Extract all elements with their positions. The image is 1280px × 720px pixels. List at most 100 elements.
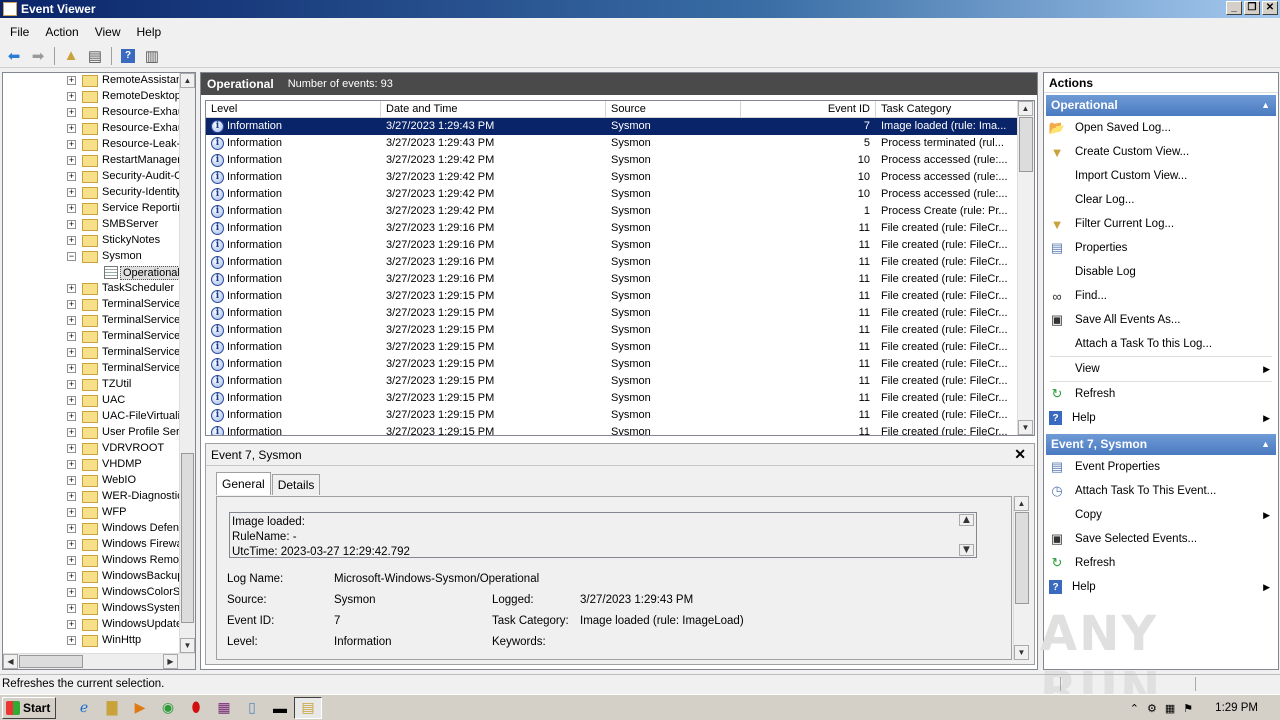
tree-item[interactable]: + WebIO [3,473,195,489]
tab-general[interactable]: General [216,472,271,495]
tree-item[interactable]: + Security-Audit-C [3,169,195,185]
action-item[interactable]: ▣ Save All Events As... [1044,308,1278,332]
expander-icon[interactable]: + [67,140,76,149]
minimize-button[interactable]: _ [1226,1,1242,15]
detail-vertical-scrollbar[interactable]: ▲ ▼ [1013,496,1030,660]
cmd-icon[interactable]: ▬ [266,697,294,719]
expander-icon[interactable]: + [67,572,76,581]
tree-hscroll-thumb[interactable] [19,655,83,668]
forward-button[interactable]: ➡ [27,45,49,67]
tree-item[interactable]: + Windows Firewa [3,537,195,553]
expander-icon[interactable]: + [67,204,76,213]
tab-details[interactable]: Details [271,474,321,495]
tree-item[interactable]: + UAC [3,393,195,409]
detail-scroll-down-arrow-icon[interactable]: ▼ [1014,645,1029,660]
tree-item[interactable]: + StickyNotes [3,233,195,249]
menu-action[interactable]: Action [37,25,86,39]
tree-item[interactable]: + SMBServer [3,217,195,233]
help-button[interactable]: ? [117,45,139,67]
expander-icon[interactable]: + [67,604,76,613]
tree-item[interactable]: + WindowsUpdate [3,617,195,633]
close-button[interactable]: ✕ [1262,1,1278,15]
scroll-right-arrow-icon[interactable]: ▶ [163,654,178,669]
tree-item[interactable]: + Service Reportin [3,201,195,217]
expander-icon[interactable]: + [67,556,76,565]
scroll-down-arrow-icon[interactable]: ▼ [180,638,195,653]
restore-button[interactable]: ❐ [1244,1,1260,15]
tree-item[interactable]: + VDRVROOT [3,441,195,457]
start-button[interactable]: Start [2,696,56,719]
tree-item[interactable]: + Security-Identity [3,185,195,201]
tree-item[interactable]: + RemoteAssistan [3,73,195,89]
table-row[interactable]: i Information 3/27/2023 1:29:43 PM Sysmon 5 P… [206,135,1018,152]
tree-item[interactable]: + TZUtil [3,377,195,393]
expander-icon[interactable]: + [67,188,76,197]
menu-file[interactable]: File [2,25,37,39]
table-row[interactable]: i Information 3/27/2023 1:29:16 PM Sysmon 11… [206,237,1018,254]
event-viewer-task-icon[interactable]: ▤ [294,696,322,719]
column-source[interactable]: Source [606,101,741,118]
show-hidden-icons-icon[interactable]: ⌃ [1130,702,1139,715]
action-item[interactable]: ▤ Event Properties [1044,455,1278,479]
column-date-time[interactable]: Date and Time [381,101,606,118]
scroll-up-arrow-icon[interactable]: ▲ [180,73,195,88]
action-item[interactable]: Clear Log... [1044,188,1278,212]
action-item[interactable]: ▼ Filter Current Log... [1044,212,1278,236]
network-icon[interactable]: ⚙ [1147,702,1157,715]
show-hide-action-pane-button[interactable]: ▥ [141,45,163,67]
action-item[interactable]: View ▶ [1044,357,1278,381]
tree-item[interactable]: + VHDMP [3,457,195,473]
tree-item[interactable]: + TerminalServices [3,361,195,377]
action-item[interactable]: ◷ Attach Task To This Event... [1044,479,1278,503]
message-scroll-up-arrow-icon[interactable]: ▲ [959,514,974,526]
opera-icon[interactable]: ⬮ [182,697,210,719]
tree-item[interactable]: + Resource-Exhau [3,121,195,137]
tree-item[interactable]: + WindowsBackup [3,569,195,585]
expander-icon[interactable]: + [67,524,76,533]
grid-scroll-up-arrow-icon[interactable]: ▲ [1018,101,1033,116]
actions-section-operational[interactable]: Operational ▲ [1046,95,1276,116]
detail-scroll-thumb[interactable] [1015,512,1029,604]
expander-icon[interactable]: + [67,220,76,229]
table-row[interactable]: i Information 3/27/2023 1:29:16 PM Sysmon 11… [206,254,1018,271]
grid-vertical-scrollbar[interactable]: ▲ ▼ [1017,101,1034,435]
expander-icon[interactable]: + [67,316,76,325]
action-item[interactable]: ▼ Create Custom View... [1044,140,1278,164]
table-row[interactable]: i Information 3/27/2023 1:29:15 PM Sysmon 11… [206,356,1018,373]
expander-icon[interactable]: + [67,540,76,549]
detail-scroll-up-arrow-icon[interactable]: ▲ [1014,496,1029,511]
expander-icon[interactable]: + [67,156,76,165]
clock[interactable]: 1:29 PM [1215,702,1258,714]
table-row[interactable]: i Information 3/27/2023 1:29:15 PM Sysmon 11… [206,339,1018,356]
tree-item[interactable]: + TerminalServices [3,297,195,313]
tree-item[interactable]: + WinHttp [3,633,195,649]
close-icon[interactable]: ✕ [1014,446,1026,463]
chrome-icon[interactable]: ◉ [154,697,182,719]
winrar-icon[interactable]: ▦ [210,697,238,719]
ie-icon[interactable]: ℯ [70,697,98,719]
expander-icon[interactable]: + [67,284,76,293]
tree-item[interactable]: + TerminalServices [3,345,195,361]
column-level[interactable]: Level [206,101,381,118]
expander-icon[interactable]: + [67,428,76,437]
action-center-flag-icon[interactable]: ⚑ [1183,702,1193,715]
expander-icon[interactable]: + [67,412,76,421]
expander-icon[interactable]: + [67,76,76,85]
expander-icon[interactable]: + [67,444,76,453]
action-item[interactable]: ▤ Properties [1044,236,1278,260]
tree-item[interactable]: + RemoteDesktop [3,89,195,105]
message-scroll-down-arrow-icon[interactable]: ▼ [959,544,974,556]
table-row[interactable]: i Information 3/27/2023 1:29:15 PM Sysmon 11… [206,390,1018,407]
tree-item[interactable]: + TerminalServices [3,329,195,345]
tree-item[interactable]: + TaskScheduler [3,281,195,297]
tree-item[interactable]: + Windows Defend [3,521,195,537]
tree-item[interactable]: + UAC-FileVirtualiz [3,409,195,425]
expander-icon[interactable]: + [67,476,76,485]
expander-icon[interactable]: + [67,460,76,469]
expander-icon[interactable]: + [67,620,76,629]
table-row[interactable]: i Information 3/27/2023 1:29:15 PM Sysmon 11… [206,322,1018,339]
tree-item[interactable]: + Resource-Leak-I [3,137,195,153]
table-row[interactable]: i Information 3/27/2023 1:29:43 PM Sysmon 7 I… [206,118,1018,135]
tree-horizontal-scrollbar[interactable]: ◀ ▶ [3,653,195,669]
expander-icon[interactable]: + [67,92,76,101]
